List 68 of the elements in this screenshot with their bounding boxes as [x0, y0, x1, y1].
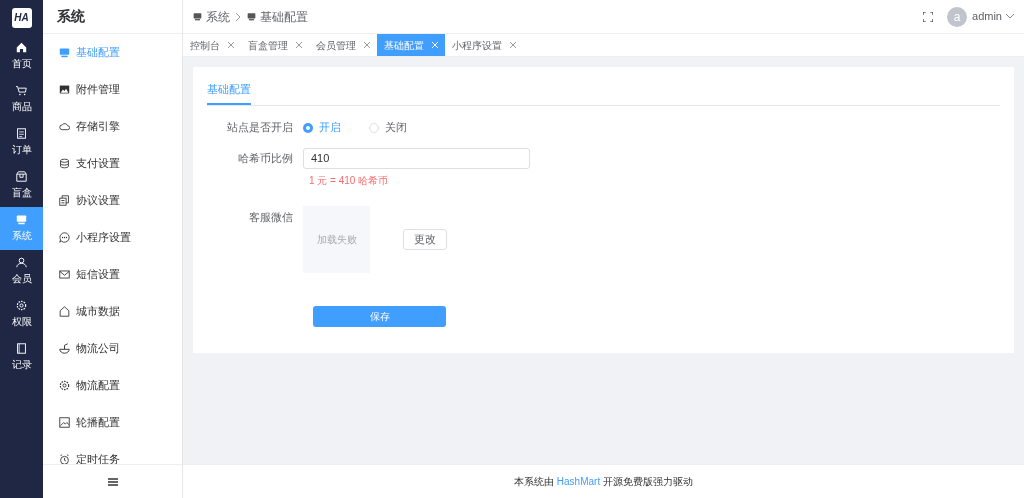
document-icon [16, 128, 27, 139]
nav-item[interactable]: 订单 [0, 121, 43, 164]
notebook-icon [16, 343, 27, 354]
tab[interactable]: 会员管理 [309, 34, 377, 56]
breadcrumb-item[interactable]: 系统 [193, 7, 230, 26]
submenu-item[interactable]: 支付设置 [43, 145, 182, 182]
user-name[interactable]: admin [972, 8, 1002, 25]
box-icon [16, 171, 27, 182]
nav-item[interactable]: 盲盒 [0, 164, 43, 207]
cart-icon [16, 85, 27, 96]
image-icon [59, 84, 70, 95]
bowl-icon [59, 343, 70, 354]
fullscreen-icon[interactable] [923, 11, 934, 22]
submenu-item[interactable]: 小程序设置 [43, 219, 182, 256]
close-icon[interactable] [296, 42, 302, 48]
submenu-item[interactable]: 存储引擎 [43, 108, 182, 145]
chevron-right-icon [236, 12, 241, 21]
picture-frame-icon [59, 417, 70, 428]
radio-button[interactable] [303, 122, 313, 133]
field-label: 哈希币比例 [237, 150, 294, 166]
submenu-item[interactable]: 城市数据 [43, 293, 182, 330]
menu-icon[interactable] [107, 477, 118, 486]
submenu-item[interactable]: 物流配置 [43, 367, 182, 404]
database-icon [59, 158, 70, 169]
tab[interactable]: 盲盒管理 [241, 34, 309, 56]
tab[interactable]: 小程序设置 [445, 34, 523, 56]
close-icon[interactable] [510, 42, 516, 48]
alarm-icon [59, 454, 70, 464]
nav-item[interactable]: 首页 [0, 35, 43, 78]
monitor-icon [16, 214, 27, 225]
copy-icon [59, 195, 70, 206]
user-icon [16, 257, 27, 268]
home-icon [16, 42, 27, 53]
chevron-down-icon[interactable] [1006, 14, 1014, 19]
submenu-item[interactable]: 轮播配置 [43, 404, 182, 441]
close-icon[interactable] [364, 42, 370, 48]
chat-icon [59, 232, 70, 243]
gear-icon [59, 380, 70, 391]
submenu-item[interactable]: 物流公司 [43, 330, 182, 367]
house-icon [59, 306, 70, 317]
footer-text: 本系统由 HashMart 开源免费版强力驱动 [514, 475, 693, 489]
submenu-item[interactable]: 定时任务 [43, 441, 182, 464]
change-button[interactable]: 更改 [403, 228, 447, 250]
radio-button[interactable] [369, 122, 379, 133]
input-field[interactable]: 410 [303, 147, 530, 169]
nav-item[interactable]: 会员 [0, 250, 43, 293]
mail-icon [59, 269, 70, 280]
load-error-text: 加载失败 [316, 232, 357, 247]
close-icon[interactable] [228, 42, 234, 48]
logo: HA [11, 7, 32, 28]
hint-text: 1 元 = 410 哈希币 [309, 173, 390, 188]
field-label: 客服微信 [248, 209, 294, 225]
field-label: 站点是否开启 [226, 120, 294, 136]
cloud-icon [59, 121, 70, 132]
nav-item[interactable]: 商品 [0, 78, 43, 121]
submenu-item[interactable]: 附件管理 [43, 71, 182, 108]
radio-option[interactable]: 关闭 [369, 119, 407, 136]
submenu-item[interactable]: 协议设置 [43, 182, 182, 219]
nav-item[interactable]: 记录 [0, 336, 43, 379]
nav-item[interactable]: 权限 [0, 293, 43, 336]
monitor-icon [193, 12, 202, 21]
breadcrumb-item[interactable]: 基础配置 [247, 7, 308, 26]
tab[interactable]: 控制台 [183, 34, 241, 56]
monitor-icon [247, 12, 256, 21]
submenu-item[interactable]: 短信设置 [43, 256, 182, 293]
monitor-icon [59, 47, 70, 58]
submenu-title: 系统 [43, 0, 182, 34]
gear-icon [16, 300, 27, 311]
